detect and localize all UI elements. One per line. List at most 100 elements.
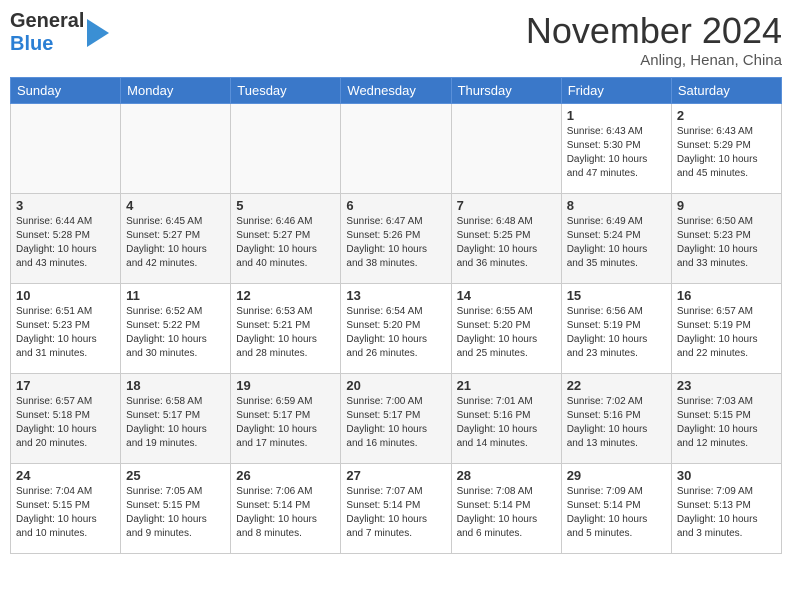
day-number: 14: [457, 288, 556, 303]
day-info: Sunrise: 7:06 AM Sunset: 5:14 PM Dayligh…: [236, 485, 335, 541]
day-number: 3: [16, 198, 115, 213]
day-number: 21: [457, 378, 556, 393]
calendar-cell: 1Sunrise: 6:43 AM Sunset: 5:30 PM Daylig…: [561, 104, 671, 194]
weekday-header-monday: Monday: [121, 78, 231, 104]
calendar-cell: 24Sunrise: 7:04 AM Sunset: 5:15 PM Dayli…: [11, 464, 121, 554]
day-info: Sunrise: 7:00 AM Sunset: 5:17 PM Dayligh…: [346, 395, 445, 451]
day-number: 1: [567, 108, 666, 123]
weekday-header-saturday: Saturday: [671, 78, 781, 104]
day-info: Sunrise: 6:57 AM Sunset: 5:18 PM Dayligh…: [16, 395, 115, 451]
day-info: Sunrise: 7:08 AM Sunset: 5:14 PM Dayligh…: [457, 485, 556, 541]
calendar-cell: 20 Sunrise: 7:00 AM Sunset: 5:17 PM Dayli…: [341, 374, 451, 464]
day-number: 18: [126, 378, 225, 393]
day-number: 17: [16, 378, 115, 393]
logo-arrow-icon: [87, 19, 109, 47]
day-info: Sunrise: 7:05 AM Sunset: 5:15 PM Dayligh…: [126, 485, 225, 541]
day-number: 5: [236, 198, 335, 213]
calendar-cell: [121, 104, 231, 194]
day-info: Sunrise: 6:45 AM Sunset: 5:27 PM Dayligh…: [126, 215, 225, 271]
weekday-header-wednesday: Wednesday: [341, 78, 451, 104]
calendar-cell: 4 Sunrise: 6:45 AM Sunset: 5:27 PM Daylig…: [121, 194, 231, 284]
day-number: 4: [126, 198, 225, 213]
calendar-cell: 3 Sunrise: 6:44 AM Sunset: 5:28 PM Daylig…: [11, 194, 121, 284]
calendar-cell: 16 Sunrise: 6:57 AM Sunset: 5:19 PM Dayli…: [671, 284, 781, 374]
calendar-table: SundayMondayTuesdayWednesdayThursdayFrid…: [10, 77, 782, 554]
calendar-cell: [11, 104, 121, 194]
day-info: Sunrise: 6:54 AM Sunset: 5:20 PM Dayligh…: [346, 305, 445, 361]
day-info: Sunrise: 7:07 AM Sunset: 5:14 PM Dayligh…: [346, 485, 445, 541]
day-number: 2: [677, 108, 776, 123]
day-info: Sunrise: 6:48 AM Sunset: 5:25 PM Dayligh…: [457, 215, 556, 271]
day-number: 24: [16, 468, 115, 483]
calendar-week-row: 17 Sunrise: 6:57 AM Sunset: 5:18 PM Dayli…: [11, 374, 782, 464]
day-number: 13: [346, 288, 445, 303]
calendar-cell: 17 Sunrise: 6:57 AM Sunset: 5:18 PM Dayli…: [11, 374, 121, 464]
month-title: November 2024: [526, 10, 782, 52]
day-number: 25: [126, 468, 225, 483]
day-info: Sunrise: 6:44 AM Sunset: 5:28 PM Dayligh…: [16, 215, 115, 271]
calendar-cell: 14 Sunrise: 6:55 AM Sunset: 5:20 PM Dayli…: [451, 284, 561, 374]
logo-general: General: [10, 10, 84, 32]
day-info: Sunrise: 6:43 AM Sunset: 5:29 PM Dayligh…: [677, 125, 776, 181]
day-info: Sunrise: 6:46 AM Sunset: 5:27 PM Dayligh…: [236, 215, 335, 271]
day-info: Sunrise: 6:47 AM Sunset: 5:26 PM Dayligh…: [346, 215, 445, 271]
day-number: 12: [236, 288, 335, 303]
day-number: 29: [567, 468, 666, 483]
day-number: 10: [16, 288, 115, 303]
day-number: 26: [236, 468, 335, 483]
weekday-header-friday: Friday: [561, 78, 671, 104]
day-number: 30: [677, 468, 776, 483]
calendar-cell: 12 Sunrise: 6:53 AM Sunset: 5:21 PM Dayli…: [231, 284, 341, 374]
day-info: Sunrise: 6:49 AM Sunset: 5:24 PM Dayligh…: [567, 215, 666, 271]
weekday-header-thursday: Thursday: [451, 78, 561, 104]
calendar-cell: 21 Sunrise: 7:01 AM Sunset: 5:16 PM Dayli…: [451, 374, 561, 464]
calendar-week-row: 1Sunrise: 6:43 AM Sunset: 5:30 PM Daylig…: [11, 104, 782, 194]
day-info: Sunrise: 6:55 AM Sunset: 5:20 PM Dayligh…: [457, 305, 556, 361]
calendar-cell: 5 Sunrise: 6:46 AM Sunset: 5:27 PM Daylig…: [231, 194, 341, 284]
calendar-cell: [341, 104, 451, 194]
day-number: 9: [677, 198, 776, 213]
calendar-cell: 26 Sunrise: 7:06 AM Sunset: 5:14 PM Dayli…: [231, 464, 341, 554]
day-info: Sunrise: 7:02 AM Sunset: 5:16 PM Dayligh…: [567, 395, 666, 451]
day-number: 28: [457, 468, 556, 483]
day-number: 11: [126, 288, 225, 303]
calendar-cell: [451, 104, 561, 194]
day-info: Sunrise: 7:09 AM Sunset: 5:13 PM Dayligh…: [677, 485, 776, 541]
calendar-cell: 15Sunrise: 6:56 AM Sunset: 5:19 PM Dayli…: [561, 284, 671, 374]
day-info: Sunrise: 6:59 AM Sunset: 5:17 PM Dayligh…: [236, 395, 335, 451]
calendar-cell: 7Sunrise: 6:48 AM Sunset: 5:25 PM Daylig…: [451, 194, 561, 284]
day-number: 22: [567, 378, 666, 393]
weekday-header-tuesday: Tuesday: [231, 78, 341, 104]
day-number: 20: [346, 378, 445, 393]
day-number: 19: [236, 378, 335, 393]
page-header: General Blue November 2024 Anling, Henan…: [10, 10, 782, 69]
day-number: 15: [567, 288, 666, 303]
calendar-cell: 23Sunrise: 7:03 AM Sunset: 5:15 PM Dayli…: [671, 374, 781, 464]
day-number: 16: [677, 288, 776, 303]
day-number: 8: [567, 198, 666, 213]
logo-text-block: General Blue: [10, 10, 109, 56]
logo-blue: Blue: [10, 33, 53, 55]
calendar-cell: 2 Sunrise: 6:43 AM Sunset: 5:29 PM Daylig…: [671, 104, 781, 194]
day-number: 27: [346, 468, 445, 483]
day-number: 6: [346, 198, 445, 213]
day-info: Sunrise: 6:53 AM Sunset: 5:21 PM Dayligh…: [236, 305, 335, 361]
day-number: 23: [677, 378, 776, 393]
calendar-cell: 27 Sunrise: 7:07 AM Sunset: 5:14 PM Dayli…: [341, 464, 451, 554]
day-info: Sunrise: 6:57 AM Sunset: 5:19 PM Dayligh…: [677, 305, 776, 361]
calendar-cell: 30 Sunrise: 7:09 AM Sunset: 5:13 PM Dayli…: [671, 464, 781, 554]
day-info: Sunrise: 6:51 AM Sunset: 5:23 PM Dayligh…: [16, 305, 115, 361]
day-info: Sunrise: 6:52 AM Sunset: 5:22 PM Dayligh…: [126, 305, 225, 361]
day-info: Sunrise: 7:09 AM Sunset: 5:14 PM Dayligh…: [567, 485, 666, 541]
calendar-week-row: 10 Sunrise: 6:51 AM Sunset: 5:23 PM Dayli…: [11, 284, 782, 374]
calendar-cell: 28 Sunrise: 7:08 AM Sunset: 5:14 PM Dayli…: [451, 464, 561, 554]
day-info: Sunrise: 6:58 AM Sunset: 5:17 PM Dayligh…: [126, 395, 225, 451]
calendar-cell: [231, 104, 341, 194]
calendar-cell: 10 Sunrise: 6:51 AM Sunset: 5:23 PM Dayli…: [11, 284, 121, 374]
location: Anling, Henan, China: [526, 52, 782, 69]
calendar-cell: 22 Sunrise: 7:02 AM Sunset: 5:16 PM Dayli…: [561, 374, 671, 464]
day-info: Sunrise: 7:01 AM Sunset: 5:16 PM Dayligh…: [457, 395, 556, 451]
calendar-cell: 6 Sunrise: 6:47 AM Sunset: 5:26 PM Daylig…: [341, 194, 451, 284]
calendar-cell: 19 Sunrise: 6:59 AM Sunset: 5:17 PM Dayli…: [231, 374, 341, 464]
calendar-week-row: 3 Sunrise: 6:44 AM Sunset: 5:28 PM Daylig…: [11, 194, 782, 284]
